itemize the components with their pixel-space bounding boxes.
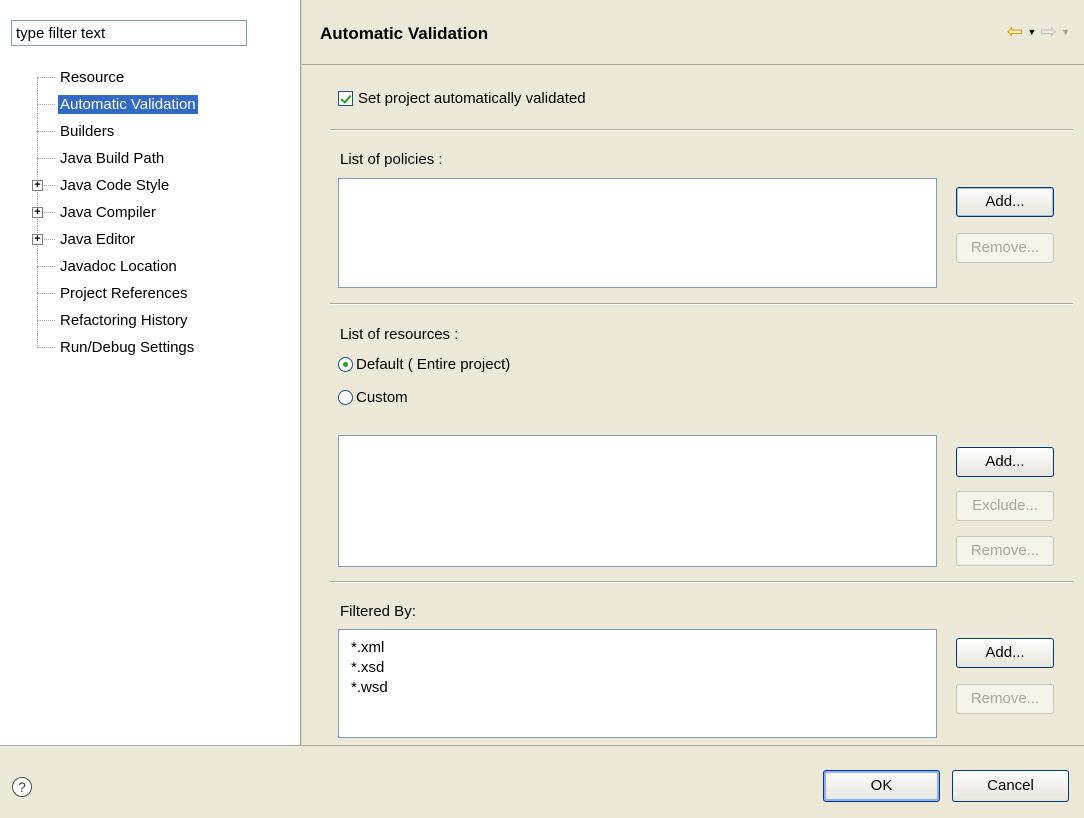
tree-item-label: Project References bbox=[60, 285, 188, 302]
forward-dropdown-icon: ▼ bbox=[1061, 27, 1070, 37]
tree-item-label: Java Build Path bbox=[60, 150, 165, 167]
help-icon[interactable]: ? bbox=[12, 777, 32, 797]
ok-button[interactable]: OK bbox=[823, 770, 940, 802]
back-dropdown-icon[interactable]: ▼ bbox=[1027, 27, 1036, 37]
resources-exclude-button[interactable]: Exclude... bbox=[956, 491, 1054, 521]
list-item[interactable]: *.xml bbox=[351, 638, 924, 658]
auto-validate-label: Set project automatically validated bbox=[358, 90, 586, 107]
cancel-button[interactable]: Cancel bbox=[952, 770, 1069, 802]
filter-input[interactable] bbox=[11, 20, 247, 46]
resources-add-button[interactable]: Add... bbox=[956, 447, 1054, 477]
tree-item-java-compiler[interactable]: + Java Compiler bbox=[28, 199, 298, 226]
policies-list[interactable] bbox=[338, 178, 937, 288]
preferences-tree: Resource Automatic Validation Builders J… bbox=[28, 64, 298, 361]
tree-item-label: Run/Debug Settings bbox=[60, 339, 195, 356]
tree-item-label: Resource bbox=[60, 69, 125, 86]
resources-remove-button[interactable]: Remove... bbox=[956, 536, 1054, 566]
page-title: Automatic Validation bbox=[320, 24, 489, 43]
tree-item-java-code-style[interactable]: + Java Code Style bbox=[28, 172, 298, 199]
custom-radio[interactable] bbox=[338, 390, 353, 405]
tree-item-builders[interactable]: Builders bbox=[28, 118, 298, 145]
policies-remove-button[interactable]: Remove... bbox=[956, 233, 1054, 263]
title-separator bbox=[302, 64, 1084, 65]
expand-plus-icon[interactable]: + bbox=[32, 207, 43, 218]
list-item[interactable]: *.wsd bbox=[351, 678, 924, 698]
forward-arrow-icon: ⇨ bbox=[1040, 21, 1058, 43]
filtered-remove-button[interactable]: Remove... bbox=[956, 684, 1054, 714]
list-item[interactable]: *.xsd bbox=[351, 658, 924, 678]
section-separator bbox=[330, 303, 1073, 305]
auto-validate-option[interactable]: Set project automatically validated bbox=[338, 90, 586, 107]
tree-item-run-debug-settings[interactable]: Run/Debug Settings bbox=[28, 334, 298, 361]
tree-item-label: Java Compiler bbox=[60, 204, 156, 221]
custom-radio-label: Custom bbox=[356, 389, 408, 406]
back-arrow-icon[interactable]: ⇦ bbox=[1007, 22, 1024, 42]
tree-item-label: Java Code Style bbox=[60, 177, 170, 194]
tree-item-javadoc-location[interactable]: Javadoc Location bbox=[28, 253, 298, 280]
tree-item-resource[interactable]: Resource bbox=[28, 64, 298, 91]
tree-item-java-build-path[interactable]: Java Build Path bbox=[28, 145, 298, 172]
custom-resource-option[interactable]: Custom bbox=[338, 389, 408, 406]
section-separator bbox=[330, 581, 1073, 583]
default-resource-option[interactable]: Default ( Entire project) bbox=[338, 356, 510, 373]
policies-add-button[interactable]: Add... bbox=[956, 187, 1054, 217]
tree-item-automatic-validation[interactable]: Automatic Validation bbox=[28, 91, 298, 118]
section-separator bbox=[330, 129, 1073, 131]
expand-plus-icon[interactable]: + bbox=[32, 180, 43, 191]
tree-item-refactoring-history[interactable]: Refactoring History bbox=[28, 307, 298, 334]
filtered-add-button[interactable]: Add... bbox=[956, 638, 1054, 668]
history-navigation: ⇦ ▼ ⇨ ▼ bbox=[1007, 22, 1070, 42]
expand-plus-icon[interactable]: + bbox=[32, 234, 43, 245]
preferences-tree-pane: Resource Automatic Validation Builders J… bbox=[0, 0, 300, 745]
tree-item-label: Java Editor bbox=[60, 231, 136, 248]
tree-item-label: Builders bbox=[60, 123, 115, 140]
tree-item-java-editor[interactable]: + Java Editor bbox=[28, 226, 298, 253]
tree-item-label: Refactoring History bbox=[60, 312, 188, 329]
filtered-list[interactable]: *.xml *.xsd *.wsd bbox=[338, 629, 937, 738]
default-radio-label: Default ( Entire project) bbox=[356, 356, 511, 373]
tree-item-project-references[interactable]: Project References bbox=[28, 280, 298, 307]
resources-list[interactable] bbox=[338, 435, 937, 567]
auto-validate-checkbox[interactable] bbox=[338, 91, 353, 106]
button-bar-separator bbox=[0, 745, 1084, 746]
filtered-label: Filtered By: bbox=[340, 603, 416, 620]
preference-page: Automatic Validation ⇦ ▼ ⇨ ▼ Set project… bbox=[302, 0, 1084, 745]
default-radio[interactable] bbox=[338, 357, 353, 372]
resources-label: List of resources : bbox=[340, 326, 459, 343]
tree-item-label: Javadoc Location bbox=[60, 258, 177, 275]
policies-label: List of policies : bbox=[340, 151, 443, 168]
tree-item-label: Automatic Validation bbox=[58, 95, 198, 114]
